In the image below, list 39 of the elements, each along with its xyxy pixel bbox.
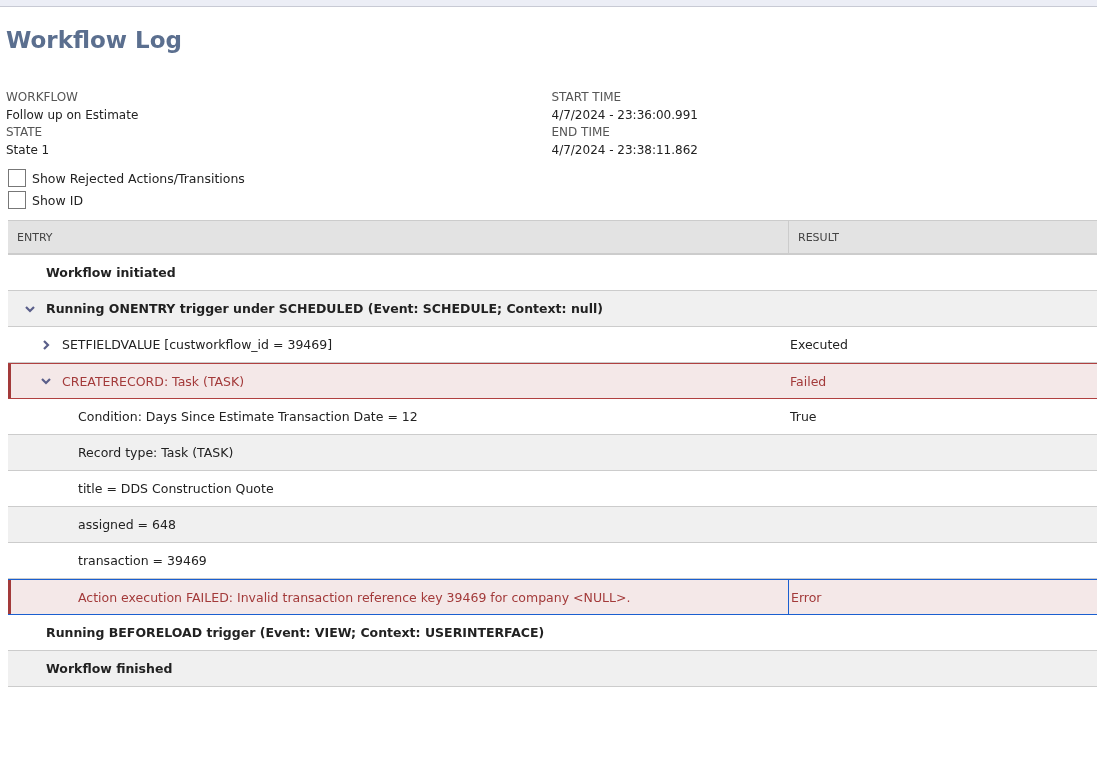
table-row[interactable]: Record type: Task (TASK): [8, 435, 1097, 471]
result-text: True: [790, 409, 817, 424]
entry-text: Action execution FAILED: Invalid transaction reference key 39469 for company <NULL>.: [78, 589, 631, 605]
table-row[interactable]: assigned = 648: [8, 507, 1097, 543]
field-value: 4/7/2024 - 23:36:00.991: [551, 106, 699, 124]
field-label: STATE: [6, 124, 44, 141]
result-text: Failed: [790, 373, 827, 389]
column-header: ENTRY: [17, 230, 53, 244]
entry-text: transaction = 39469: [78, 553, 207, 568]
page-title: Workflow Log: [6, 27, 183, 55]
entry-text: Workflow finished: [46, 661, 173, 676]
entry-text: Record type: Task (TASK): [78, 445, 234, 460]
field-label: END TIME: [551, 124, 611, 141]
field-value: 4/7/2024 - 23:38:11.862: [551, 141, 699, 159]
checkbox[interactable]: [8, 191, 26, 209]
result-text: Executed: [790, 337, 848, 352]
column-header: RESULT: [798, 230, 839, 244]
result-text: Error: [791, 589, 822, 605]
checkbox-label[interactable]: Show Rejected Actions/Transitions: [32, 170, 245, 186]
entry-text: CREATERECORD: Task (TASK): [62, 373, 245, 389]
chevron-down-icon[interactable]: [40, 375, 52, 387]
table-row[interactable]: Running ONENTRY trigger under SCHEDULED (Event: SCHEDULE; Context: null): [8, 291, 1097, 327]
entry-text: Running BEFORELOAD trigger (Event: VIEW; Context: USERINTERFACE): [46, 625, 545, 640]
table-row[interactable]: CREATERECORD: Task (TASK) Failed: [8, 363, 1097, 399]
entry-text: Workflow initiated: [46, 265, 176, 280]
field-value: Follow up on Estimate: [6, 106, 140, 124]
table-row[interactable]: Action execution FAILED: Invalid transaction reference key 39469 for company <NULL>. Error: [8, 579, 1097, 615]
field-label: START TIME: [551, 89, 623, 106]
field-value: State 1: [6, 141, 51, 159]
entry-text: title = DDS Construction Quote: [78, 481, 274, 496]
entry-text: Running ONENTRY trigger under SCHEDULED (Event: SCHEDULE; Context: null): [46, 301, 603, 316]
entry-text: SETFIELDVALUE [custworkflow_id = 39469]: [62, 337, 333, 352]
checkbox[interactable]: [8, 169, 26, 187]
field-label: WORKFLOW: [6, 89, 79, 106]
checkbox-label[interactable]: Show ID: [32, 192, 83, 208]
table-row[interactable]: Workflow finished: [8, 651, 1097, 687]
entry-text: Condition: Days Since Estimate Transaction Date = 12: [78, 409, 418, 424]
entry-text: assigned = 648: [78, 517, 176, 532]
chevron-right-icon[interactable]: [40, 338, 52, 351]
